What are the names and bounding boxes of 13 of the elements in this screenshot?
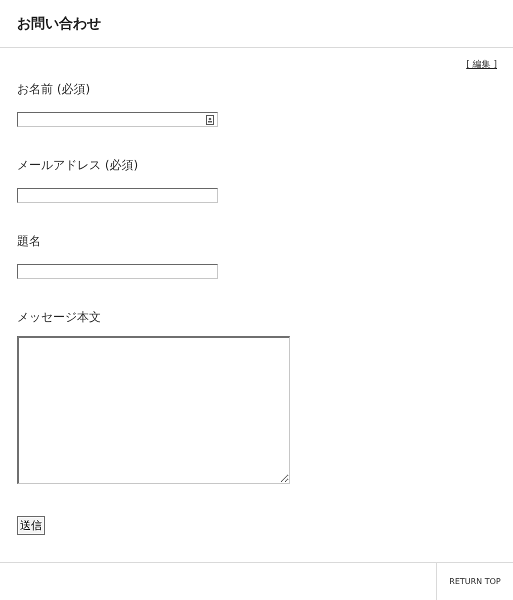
text-field[interactable] bbox=[17, 264, 218, 279]
field-label: メールアドレス (必須) bbox=[17, 157, 140, 174]
field-label: お名前 (必須) bbox=[17, 81, 92, 98]
field-label: 題名 bbox=[17, 233, 42, 250]
return-top-link[interactable]: RETURN TOP bbox=[436, 563, 513, 600]
submit-button[interactable]: 送信 bbox=[17, 516, 45, 535]
page-title: お問い合わせ bbox=[17, 14, 101, 32]
field-label: メッセージ本文 bbox=[17, 309, 102, 326]
contact-card-icon[interactable] bbox=[206, 115, 214, 125]
edit-link[interactable]: [ 編集 ] bbox=[466, 58, 497, 71]
text-field[interactable] bbox=[17, 112, 218, 127]
message-textarea[interactable] bbox=[17, 336, 290, 484]
text-field[interactable] bbox=[17, 188, 218, 203]
